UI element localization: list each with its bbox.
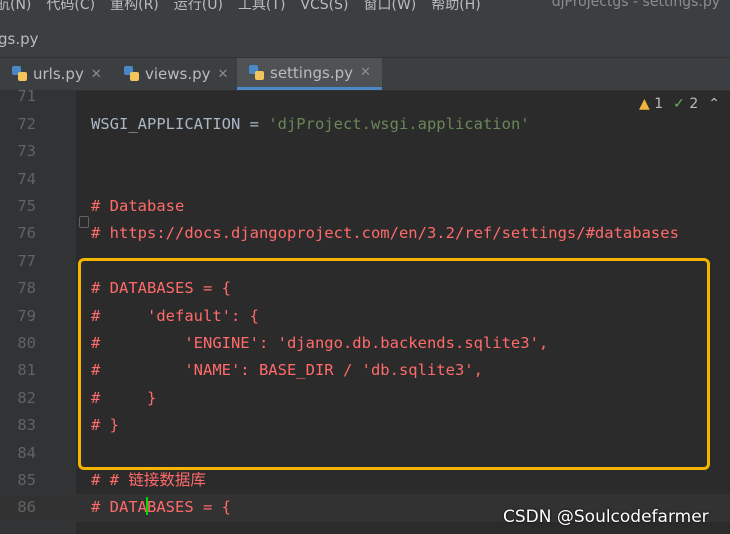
menu-item[interactable]: 航(N) (0, 0, 31, 13)
menu-items: 航(N) 代码(C) 重构(R) 运行(U) 工具(T) VCS(S) 窗口(W) 帮助(H) (0, 0, 496, 13)
line-number: 79 (17, 306, 36, 325)
menu-item[interactable]: 帮助(H) (431, 0, 480, 13)
code-line[interactable]: 73 (0, 138, 730, 165)
tab-label: views.py (145, 65, 211, 83)
line-number: 85 (17, 470, 36, 489)
menu-item[interactable]: 工具(T) (238, 0, 285, 13)
line-number: 86 (17, 498, 36, 517)
line-number: 71 (17, 87, 36, 106)
python-file-icon (124, 66, 140, 82)
breadcrumb-file[interactable]: gs.py (0, 30, 39, 48)
code-text: # https://docs.djangoproject.com/en/3.2/… (91, 224, 679, 243)
text-caret (146, 497, 148, 516)
line-number: 80 (17, 333, 36, 352)
navigation-bar: gs.py (0, 13, 730, 58)
code-line[interactable]: 74 (0, 166, 730, 193)
code-line[interactable]: 72 WSGI_APPLICATION = 'djProject.wsgi.app… (0, 111, 730, 138)
line-number: 75 (17, 196, 36, 215)
tab-label: urls.py (33, 65, 84, 83)
python-file-icon (249, 64, 265, 81)
code-line[interactable]: 76 # https://docs.djangoproject.com/en/3.… (0, 220, 730, 247)
watermark: CSDN @Soulcodefarmer (503, 507, 709, 527)
line-number: 73 (17, 142, 36, 161)
code-text: # Database (91, 196, 185, 215)
line-number: 74 (17, 169, 36, 188)
menu-item[interactable]: 重构(R) (110, 0, 159, 13)
close-icon[interactable]: ✕ (218, 67, 229, 82)
line-number: 82 (17, 388, 36, 407)
line-number: 81 (17, 361, 36, 380)
line-number: 84 (17, 443, 36, 462)
menu-item[interactable]: 运行(U) (174, 0, 223, 13)
code-text: # DATABASES = { (91, 497, 231, 517)
menu-item[interactable]: 窗口(W) (363, 0, 416, 13)
fold-marker-icon[interactable] (79, 216, 89, 228)
line-number: 83 (17, 416, 36, 435)
code-line[interactable]: 85 # # 链接数据库 (0, 467, 730, 494)
python-file-icon (12, 66, 28, 82)
code-line[interactable]: 75 # Database (0, 193, 730, 220)
close-icon[interactable]: ✕ (91, 67, 102, 82)
code-text: # # 链接数据库 (91, 470, 206, 489)
menu-item[interactable]: VCS(S) (300, 0, 348, 13)
code-text: WSGI_APPLICATION = 'djProject.wsgi.appli… (91, 114, 530, 133)
line-number: 77 (17, 251, 36, 270)
line-number: 76 (17, 224, 36, 243)
line-number: 72 (17, 114, 36, 133)
tab-label: settings.py (270, 63, 353, 82)
line-number: 78 (17, 279, 36, 298)
window-title: djProjectgs - settings.py (551, 0, 720, 10)
annotation-highlight-box (78, 258, 710, 470)
close-icon[interactable]: ✕ (360, 65, 371, 80)
menu-bar: 航(N) 代码(C) 重构(R) 运行(U) 工具(T) VCS(S) 窗口(W) 帮助(H)… (0, 0, 730, 13)
menu-item[interactable]: 代码(C) (46, 0, 95, 13)
code-line[interactable]: 71 (0, 83, 730, 110)
